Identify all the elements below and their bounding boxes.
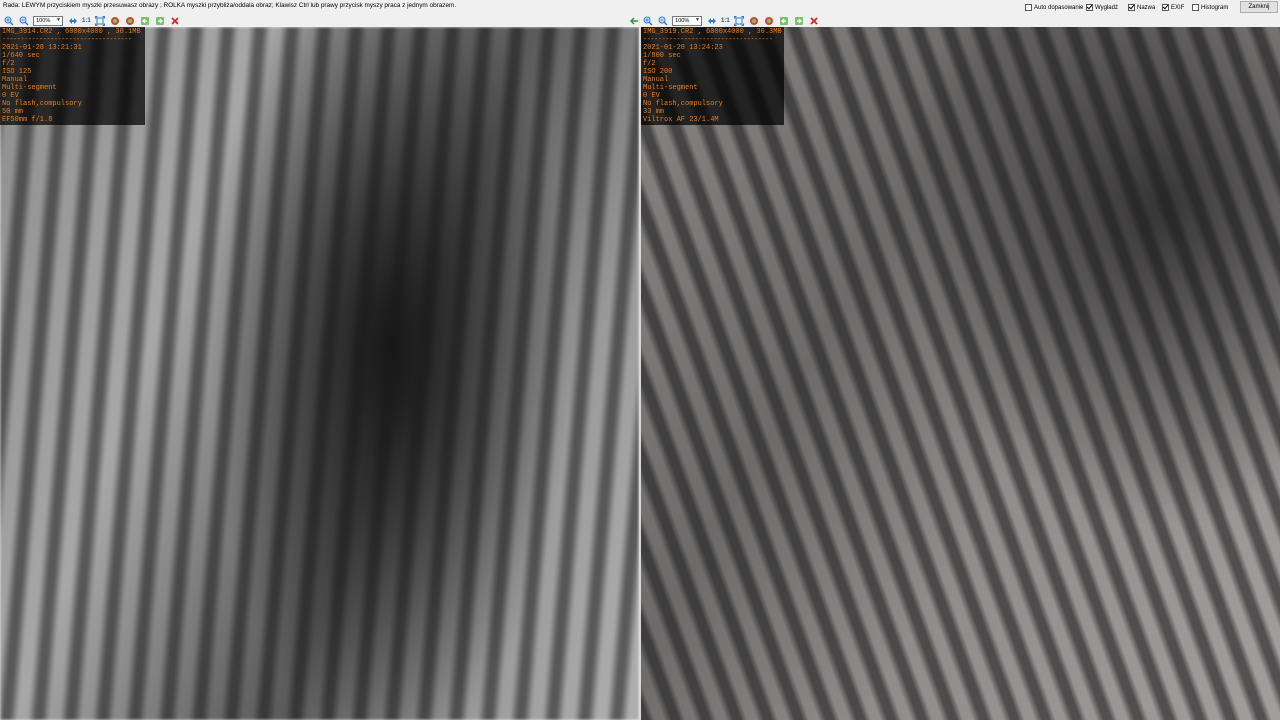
exif-mode: Manual <box>643 76 669 84</box>
exif-iso: ISO 125 <box>2 68 32 76</box>
exif-mode: Manual <box>2 76 28 84</box>
fit-width-icon[interactable] <box>706 15 717 26</box>
left-image-panel[interactable]: IMG_3914.CR2 , 6000x4000 , 30.1MB ------… <box>0 27 639 720</box>
exif-metering: Multi-segment <box>643 84 698 92</box>
fit-window-icon[interactable] <box>95 15 106 26</box>
hint-text: Rada: LEWYM przyciskiem myszki przesuwas… <box>3 2 457 9</box>
histogram-checkbox[interactable]: Histogram <box>1192 3 1228 12</box>
fit-window-icon[interactable] <box>734 15 745 26</box>
left-toolbar: 100% ▼ 1:1 <box>3 14 185 27</box>
zoom-select[interactable]: 100% ▼ <box>672 15 702 26</box>
close-button[interactable]: Zamknij <box>1240 1 1278 13</box>
auto-fit-checkbox[interactable]: Auto dopasowanie <box>1025 3 1083 12</box>
actual-size-button[interactable]: 1:1 <box>82 18 91 24</box>
exif-label: EXIF <box>1171 4 1185 11</box>
rotate-right-icon[interactable] <box>764 15 775 26</box>
rotate-left-icon[interactable] <box>110 15 121 26</box>
exif-checkbox-box[interactable] <box>1162 4 1169 11</box>
exif-separator: ----------------------------------- <box>2 36 132 44</box>
compare-window: Rada: LEWYM przyciskiem myszki przesuwas… <box>0 0 1280 720</box>
histogram-checkbox-box[interactable] <box>1192 4 1199 11</box>
histogram-label: Histogram <box>1201 4 1229 11</box>
exif-header: IMG_3914.CR2 , 6000x4000 , 30.1MB <box>2 28 141 36</box>
exif-lens: Viltrox AF 23/1.4M <box>643 116 719 124</box>
next-image-icon[interactable] <box>155 15 166 26</box>
right-exif-overlay: IMG_3919.CR2 , 6000x4000 , 30.3MB ------… <box>641 27 784 125</box>
chevron-down-icon: ▼ <box>56 16 61 23</box>
previous-image-icon[interactable] <box>140 15 151 26</box>
smooth-checkbox-box[interactable] <box>1086 4 1093 11</box>
name-label: Nazwa <box>1137 4 1156 11</box>
zoom-value: 100% <box>36 17 51 24</box>
exif-flash: No flash,compulsory <box>643 100 723 108</box>
exif-shutter: 1/640 sec <box>2 52 40 60</box>
name-checkbox-box[interactable] <box>1128 4 1135 11</box>
smooth-checkbox[interactable]: Wygładź <box>1086 3 1118 12</box>
exif-lens: EF50mm f/1.8 <box>2 116 53 124</box>
exif-ev: 0 EV <box>2 92 19 100</box>
exif-datetime: 2021-01-28 13:21:31 <box>2 44 82 52</box>
left-exif-overlay: IMG_3914.CR2 , 6000x4000 , 30.1MB ------… <box>0 27 145 125</box>
exif-focal: 33 mm <box>643 108 665 116</box>
name-checkbox[interactable]: Nazwa <box>1128 3 1155 12</box>
smooth-label: Wygładź <box>1095 4 1118 11</box>
exif-ev: 0 EV <box>643 92 660 100</box>
zoom-out-icon[interactable] <box>18 15 29 26</box>
exif-aperture: f/2 <box>2 60 15 68</box>
auto-fit-label: Auto dopasowanie <box>1034 4 1084 11</box>
zoom-value: 100% <box>675 17 690 24</box>
exif-iso: ISO 200 <box>643 68 673 76</box>
exif-flash: No flash,compulsory <box>2 100 82 108</box>
exif-checkbox[interactable]: EXIF <box>1162 3 1184 12</box>
left-photo[interactable] <box>0 27 639 720</box>
right-toolbar: 100% ▼ 1:1 <box>642 14 824 27</box>
remove-image-icon[interactable] <box>170 15 181 26</box>
zoom-out-icon[interactable] <box>657 15 668 26</box>
right-photo[interactable] <box>641 27 1280 720</box>
rotate-left-icon[interactable] <box>749 15 760 26</box>
next-image-icon[interactable] <box>794 15 805 26</box>
exif-shutter: 1/800 sec <box>643 52 681 60</box>
rotate-right-icon[interactable] <box>125 15 136 26</box>
exif-metering: Multi-segment <box>2 84 57 92</box>
zoom-in-icon[interactable] <box>3 15 14 26</box>
zoom-select[interactable]: 100% ▼ <box>33 15 63 26</box>
right-image-panel[interactable]: IMG_3919.CR2 , 6000x4000 , 30.3MB ------… <box>641 27 1280 720</box>
fit-width-icon[interactable] <box>67 15 78 26</box>
exif-focal: 50 mm <box>2 108 24 116</box>
remove-image-icon[interactable] <box>809 15 820 26</box>
exif-aperture: f/2 <box>643 60 656 68</box>
chevron-down-icon: ▼ <box>695 16 700 23</box>
exif-separator: ----------------------------------- <box>643 36 773 44</box>
exif-datetime: 2021-01-28 13:24:23 <box>643 44 723 52</box>
actual-size-button[interactable]: 1:1 <box>721 18 730 24</box>
zoom-in-icon[interactable] <box>642 15 653 26</box>
top-bar: Rada: LEWYM przyciskiem myszki przesuwas… <box>0 0 1280 14</box>
previous-image-icon[interactable] <box>779 15 790 26</box>
exif-header: IMG_3919.CR2 , 6000x4000 , 30.3MB <box>643 28 782 36</box>
sync-arrow-icon[interactable] <box>628 15 639 26</box>
auto-fit-checkbox-box[interactable] <box>1025 4 1032 11</box>
